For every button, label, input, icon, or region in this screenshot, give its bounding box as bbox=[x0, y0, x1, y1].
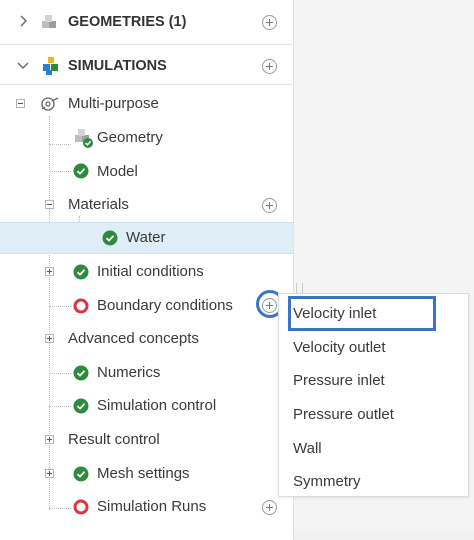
expand-box-icon[interactable] bbox=[45, 334, 54, 343]
tree-item-label: Mesh settings bbox=[97, 465, 190, 482]
multipurpose-flow-icon bbox=[41, 97, 59, 111]
tree-item-numerics[interactable]: Numerics bbox=[0, 356, 293, 390]
menu-item-pressure-outlet[interactable]: Pressure outlet bbox=[279, 397, 468, 431]
tree-item-boundary-conditions[interactable]: Boundary conditions bbox=[0, 289, 293, 323]
add-geometry-plus-icon[interactable] bbox=[262, 15, 277, 30]
add-material-plus-icon[interactable] bbox=[262, 198, 277, 213]
check-circle-icon bbox=[73, 365, 89, 381]
check-circle-icon bbox=[102, 230, 118, 246]
add-simulation-plus-icon[interactable] bbox=[262, 59, 277, 74]
collapse-box-icon[interactable] bbox=[16, 99, 25, 108]
tree-item-mesh-settings[interactable]: Mesh settings bbox=[0, 457, 293, 491]
tree-item-materials[interactable]: Materials bbox=[0, 188, 293, 222]
add-simulation-run-plus-icon[interactable] bbox=[262, 500, 277, 515]
menu-item-label: Pressure outlet bbox=[293, 406, 394, 423]
geometry-cubes-icon bbox=[42, 15, 56, 28]
menu-item-label: Velocity outlet bbox=[293, 339, 386, 356]
section-simulations-label: SIMULATIONS bbox=[68, 58, 167, 74]
expand-box-icon[interactable] bbox=[45, 435, 54, 444]
menu-item-label: Wall bbox=[293, 440, 322, 457]
error-ring-icon bbox=[73, 499, 89, 515]
tree-item-initial-conditions[interactable]: Initial conditions bbox=[0, 255, 293, 289]
tree-item-label: Result control bbox=[68, 431, 160, 448]
tree-item-label: Advanced concepts bbox=[68, 330, 199, 347]
section-geometries-label: GEOMETRIES (1) bbox=[68, 14, 187, 30]
tree-item-label: Initial conditions bbox=[97, 263, 204, 280]
menu-item-pressure-inlet[interactable]: Pressure inlet bbox=[279, 363, 468, 397]
tree-item-multipurpose[interactable]: Multi-purpose bbox=[0, 86, 293, 120]
section-divider bbox=[0, 84, 293, 85]
tree-item-label: Boundary conditions bbox=[97, 297, 233, 314]
check-circle-icon bbox=[73, 466, 89, 482]
simulations-blocks-icon bbox=[43, 57, 58, 75]
chevron-right-icon[interactable] bbox=[16, 14, 30, 28]
menu-item-wall[interactable]: Wall bbox=[279, 431, 468, 465]
tree-item-label: Model bbox=[97, 163, 138, 180]
collapse-box-icon[interactable] bbox=[45, 200, 54, 209]
tree-item-advanced-concepts[interactable]: Advanced concepts bbox=[0, 322, 293, 356]
tree-item-model[interactable]: Model bbox=[0, 154, 293, 188]
tree-item-geometry[interactable]: Geometry bbox=[0, 120, 293, 154]
tree-item-simulation-runs[interactable]: Simulation Runs bbox=[0, 490, 293, 524]
tree-item-label: Simulation Runs bbox=[97, 498, 207, 515]
tree-item-label: Materials bbox=[68, 196, 129, 213]
check-circle-icon bbox=[73, 264, 89, 280]
tree-item-label: Multi-purpose bbox=[68, 95, 159, 112]
check-circle-icon bbox=[73, 163, 89, 179]
geometry-check-icon bbox=[75, 129, 93, 148]
tree-item-label: Simulation control bbox=[97, 397, 217, 414]
tree-item-water[interactable]: Water bbox=[0, 222, 293, 256]
menu-item-symmetry[interactable]: Symmetry bbox=[279, 464, 468, 498]
tree-item-label: Water bbox=[126, 229, 166, 246]
menu-item-velocity-outlet[interactable]: Velocity outlet bbox=[279, 330, 468, 364]
section-geometries[interactable]: GEOMETRIES (1) bbox=[0, 4, 293, 38]
section-divider bbox=[0, 44, 293, 45]
expand-box-icon[interactable] bbox=[45, 469, 54, 478]
menu-item-label: Pressure inlet bbox=[293, 372, 385, 389]
chevron-down-icon[interactable] bbox=[16, 58, 30, 72]
simulation-tree-panel: GEOMETRIES (1) SIMULATIONS Multi-purpose… bbox=[0, 0, 294, 540]
tree-item-label: Geometry bbox=[97, 129, 163, 146]
section-simulations[interactable]: SIMULATIONS bbox=[0, 48, 293, 82]
check-circle-icon bbox=[73, 398, 89, 414]
tree-item-simulation-control[interactable]: Simulation control bbox=[0, 389, 293, 423]
error-ring-icon bbox=[73, 298, 89, 314]
tree-item-result-control[interactable]: Result control bbox=[0, 423, 293, 457]
tree-item-label: Numerics bbox=[97, 364, 161, 381]
menu-item-label: Symmetry bbox=[293, 473, 361, 490]
expand-box-icon[interactable] bbox=[45, 267, 54, 276]
highlight-rect-annotation bbox=[288, 296, 436, 331]
